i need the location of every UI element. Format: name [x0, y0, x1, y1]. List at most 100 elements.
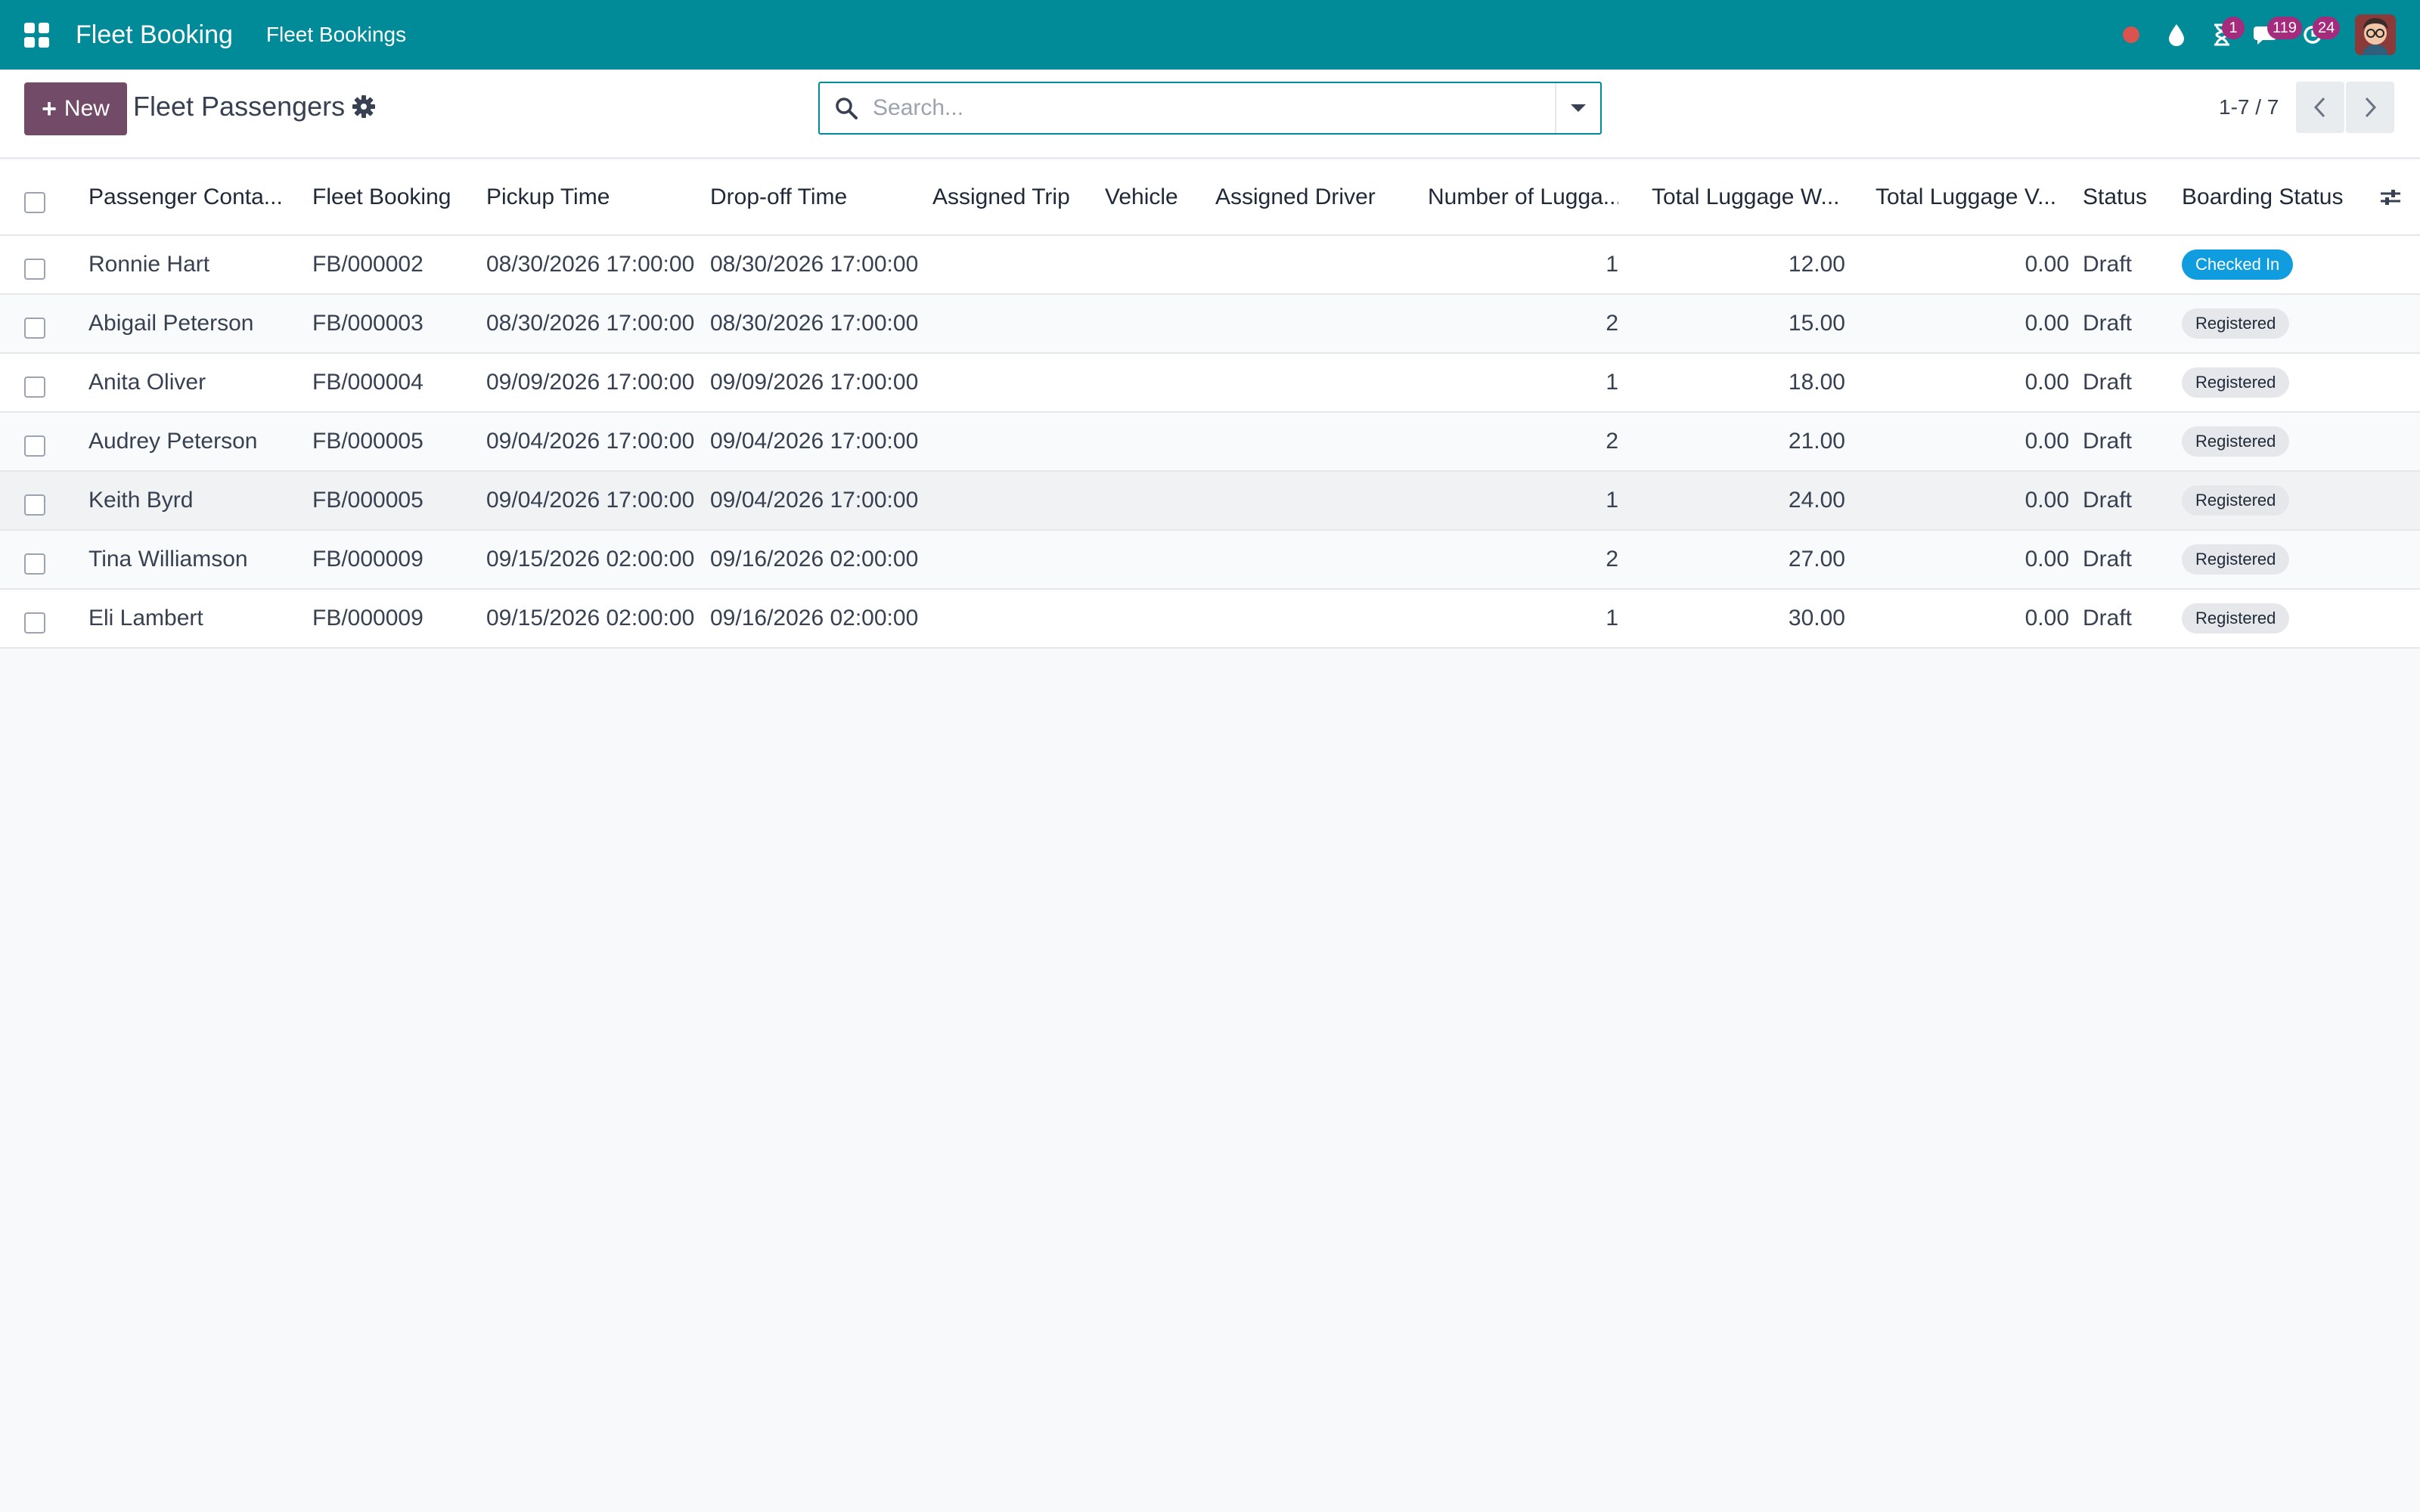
cell-vehicle: [1105, 590, 1211, 647]
row-checkbox[interactable]: [24, 553, 45, 575]
search-icon[interactable]: [820, 83, 873, 133]
boarding-status-badge: Checked In: [2182, 249, 2294, 280]
table-row[interactable]: Anita Oliver FB/000004 09/09/2026 17:00:…: [0, 354, 2420, 413]
cell-pickup: 08/30/2026 17:00:00: [486, 252, 695, 277]
record-dot-icon[interactable]: [2108, 12, 2154, 57]
cell-luggage-weight: 15.00: [1788, 311, 1845, 336]
cell-pickup: 09/15/2026 02:00:00: [486, 606, 695, 631]
boarding-status-badge: Registered: [2182, 544, 2290, 575]
boarding-status-badge: Registered: [2182, 367, 2290, 398]
cell-vehicle: [1105, 531, 1211, 588]
cell-dropoff: 08/30/2026 17:00:00: [710, 252, 919, 277]
cell-boarding-status: Registered: [2182, 413, 2363, 470]
caret-down-icon: [1571, 104, 1586, 112]
chevron-left-icon: [2313, 97, 2325, 118]
cell-status: Draft: [2083, 370, 2133, 395]
cell-luggage-count: 1: [1606, 488, 1618, 513]
cell-status: Draft: [2083, 311, 2133, 336]
row-checkbox[interactable]: [24, 494, 45, 516]
pager-previous-button[interactable]: [2296, 82, 2344, 133]
user-avatar[interactable]: [2355, 14, 2396, 55]
cell-luggage-weight: 24.00: [1788, 488, 1845, 513]
cell-boarding-status: Registered: [2182, 295, 2363, 352]
cell-boarding-status: Checked In: [2182, 236, 2363, 293]
column-header-fleet-booking[interactable]: Fleet Booking: [312, 160, 471, 234]
cell-trip: [932, 236, 1099, 293]
new-button[interactable]: + New: [24, 82, 127, 135]
table-row[interactable]: Abigail Peterson FB/000003 08/30/2026 17…: [0, 295, 2420, 354]
cell-driver: [1215, 354, 1412, 411]
select-all-checkbox[interactable]: [24, 192, 45, 213]
column-header-passenger[interactable]: Passenger Conta...: [88, 160, 282, 234]
column-header-assigned-trip[interactable]: Assigned Trip: [932, 160, 1099, 234]
row-checkbox[interactable]: [24, 259, 45, 280]
chat-icon[interactable]: 119: [2245, 12, 2302, 57]
cell-luggage-volume: 0.00: [2024, 606, 2069, 631]
cell-pickup: 09/04/2026 17:00:00: [486, 429, 695, 454]
column-header-status[interactable]: Status: [2083, 160, 2173, 234]
cell-driver: [1215, 295, 1412, 352]
table-row[interactable]: Tina Williamson FB/000009 09/15/2026 02:…: [0, 531, 2420, 590]
table-row[interactable]: Ronnie Hart FB/000002 08/30/2026 17:00:0…: [0, 236, 2420, 295]
cell-trip: [932, 295, 1099, 352]
column-header-luggage-count[interactable]: Number of Lugga...: [1428, 160, 1618, 234]
cell-pickup: 09/15/2026 02:00:00: [486, 547, 695, 572]
row-checkbox[interactable]: [24, 612, 45, 634]
pager-value[interactable]: 1-7 / 7: [2219, 95, 2279, 119]
hourglass-icon[interactable]: 1: [2199, 12, 2245, 57]
cell-dropoff: 09/16/2026 02:00:00: [710, 606, 919, 631]
row-select-cell: [24, 472, 47, 529]
column-header-boarding-status[interactable]: Boarding Status: [2182, 160, 2363, 234]
menu-item-fleet-bookings[interactable]: Fleet Bookings: [266, 23, 406, 47]
row-select-cell: [24, 354, 47, 411]
apps-grid-icon[interactable]: [20, 18, 53, 51]
cell-vehicle: [1105, 472, 1211, 529]
cell-luggage-weight: 27.00: [1788, 547, 1845, 572]
cell-driver: [1215, 472, 1412, 529]
column-header-assigned-driver[interactable]: Assigned Driver: [1215, 160, 1412, 234]
cell-dropoff: 09/04/2026 17:00:00: [710, 429, 919, 454]
control-panel: + New Fleet Passengers 1: [0, 70, 2420, 159]
cell-passenger: Eli Lambert: [88, 606, 203, 631]
row-checkbox[interactable]: [24, 376, 45, 398]
search-options-toggle[interactable]: [1555, 83, 1600, 133]
row-select-cell: [24, 295, 47, 352]
chevron-right-icon: [2365, 97, 2377, 118]
clock-refresh-icon[interactable]: 24: [2290, 12, 2341, 57]
cell-status: Draft: [2083, 547, 2133, 572]
optional-columns-icon[interactable]: [2379, 160, 2409, 234]
column-header-luggage-weight[interactable]: Total Luggage W...: [1652, 160, 1845, 234]
column-header-vehicle[interactable]: Vehicle: [1105, 160, 1211, 234]
activities-badge: 1: [2222, 17, 2245, 39]
row-checkbox[interactable]: [24, 318, 45, 339]
cell-luggage-volume: 0.00: [2024, 488, 2069, 513]
cell-booking: FB/000004: [312, 370, 424, 395]
cell-booking: FB/000003: [312, 311, 424, 336]
cell-luggage-count: 1: [1606, 252, 1618, 277]
cell-status: Draft: [2083, 252, 2133, 277]
pager-next-button[interactable]: [2346, 82, 2394, 133]
cell-luggage-weight: 18.00: [1788, 370, 1845, 395]
app-name[interactable]: Fleet Booking: [76, 20, 233, 50]
cell-status: Draft: [2083, 606, 2133, 631]
cell-luggage-volume: 0.00: [2024, 252, 2069, 277]
row-checkbox[interactable]: [24, 435, 45, 457]
column-header-pickup-time[interactable]: Pickup Time: [486, 160, 706, 234]
reminders-badge: 24: [2313, 17, 2341, 39]
drop-icon[interactable]: [2154, 12, 2199, 57]
systray: 1 119 24: [2108, 0, 2396, 70]
cell-trip: [932, 590, 1099, 647]
cell-pickup: 09/04/2026 17:00:00: [486, 488, 695, 513]
cell-luggage-weight: 30.00: [1788, 606, 1845, 631]
gear-icon[interactable]: [351, 94, 377, 119]
table-row[interactable]: Keith Byrd FB/000005 09/04/2026 17:00:00…: [0, 472, 2420, 531]
table-row[interactable]: Audrey Peterson FB/000005 09/04/2026 17:…: [0, 413, 2420, 472]
new-button-label: New: [64, 96, 110, 121]
search-input[interactable]: [873, 85, 1555, 131]
column-header-luggage-volume[interactable]: Total Luggage V...: [1876, 160, 2069, 234]
column-header-dropoff-time[interactable]: Drop-off Time: [710, 160, 929, 234]
table-row[interactable]: Eli Lambert FB/000009 09/15/2026 02:00:0…: [0, 590, 2420, 649]
cell-vehicle: [1105, 354, 1211, 411]
row-select-cell: [24, 236, 47, 293]
boarding-status-badge: Registered: [2182, 426, 2290, 457]
